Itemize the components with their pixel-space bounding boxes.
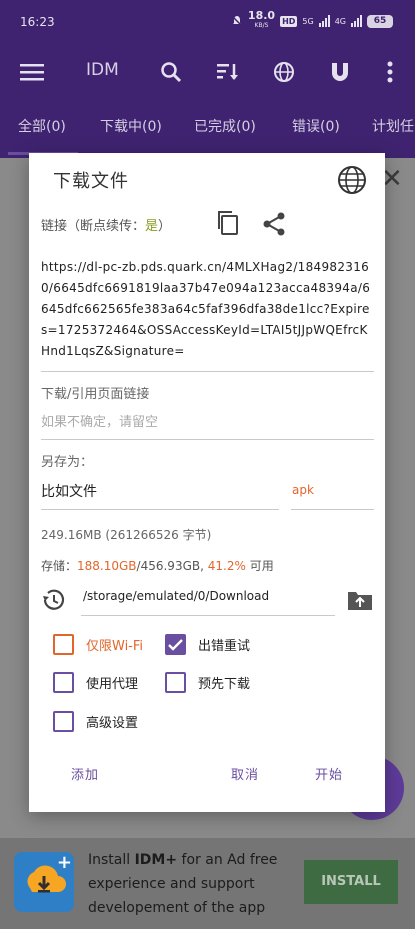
predownload-label: 预先下载 xyxy=(198,677,251,692)
url-underline xyxy=(41,371,374,372)
more-vert-icon[interactable] xyxy=(374,56,406,88)
referer-label: 下载/引用页面链接 xyxy=(41,387,150,402)
top-app-area: 16:23 18.0 KB/S HD 5G 4G 65 IDM 全部(0) 下载… xyxy=(0,0,415,158)
path-underline xyxy=(81,615,335,616)
proxy-checkbox[interactable] xyxy=(53,672,74,693)
option-proxy[interactable]: 使用代理 xyxy=(53,672,138,693)
cancel-button[interactable]: 取消 xyxy=(231,764,259,783)
url-field[interactable]: https://dl-pc-zb.pds.quark.cn/4MLXHag2/1… xyxy=(41,257,376,362)
battery-icon: 65 xyxy=(367,14,393,28)
retry-checkbox[interactable] xyxy=(165,634,186,655)
referer-input[interactable]: 如果不确定，请留空 xyxy=(41,411,158,430)
option-predownload[interactable]: 预先下载 xyxy=(165,672,250,693)
wifi-only-label: 仅限Wi-Fi xyxy=(86,639,144,654)
extension-input[interactable]: apk xyxy=(292,483,314,497)
folder-upload-icon[interactable] xyxy=(347,589,373,615)
wifi-only-checkbox[interactable] xyxy=(53,634,74,655)
copy-icon[interactable] xyxy=(215,209,241,241)
referer-underline xyxy=(41,439,374,440)
storage-info: 存储：188.10GB/456.93GB, 41.2% 可用 xyxy=(41,559,274,573)
link-label: 链接（断点续传：是） xyxy=(41,219,172,234)
tab-error[interactable]: 错误(0) xyxy=(292,116,340,136)
search-icon[interactable] xyxy=(155,56,187,88)
save-path-input[interactable]: /storage/emulated/0/Download xyxy=(83,589,269,603)
ad-text: Install IDM+ for an Ad free experience a… xyxy=(88,852,278,916)
idm-plus-logo[interactable]: + xyxy=(14,852,74,912)
extension-underline xyxy=(291,509,374,510)
status-bar: 16:23 18.0 KB/S HD 5G 4G 65 xyxy=(0,0,415,44)
proxy-label: 使用代理 xyxy=(86,677,139,692)
net-speed: 18.0 KB/S xyxy=(247,9,276,29)
predownload-checkbox[interactable] xyxy=(165,672,186,693)
globe-icon[interactable] xyxy=(268,56,300,88)
app-bar: IDM xyxy=(0,44,415,100)
sort-icon[interactable] xyxy=(212,56,244,88)
hd-badge: HD xyxy=(280,15,298,27)
share-icon[interactable] xyxy=(261,211,287,241)
history-icon[interactable] xyxy=(41,587,67,617)
tab-downloading[interactable]: 下载中(0) xyxy=(100,116,162,136)
option-wifi-only[interactable]: 仅限Wi-Fi xyxy=(53,634,143,655)
app-title: IDM xyxy=(86,60,119,80)
magnet-icon[interactable] xyxy=(324,56,356,88)
file-size: 249.16MB (261266526 字节) xyxy=(41,528,212,542)
tab-all[interactable]: 全部(0) xyxy=(18,116,66,136)
signal-icon xyxy=(318,15,330,27)
status-time: 16:23 xyxy=(20,15,55,29)
plus-icon: + xyxy=(56,852,72,873)
advanced-label: 高级设置 xyxy=(86,716,139,731)
filename-underline xyxy=(41,509,279,510)
net-5g-label: 5G xyxy=(302,16,314,26)
option-retry[interactable]: 出错重试 xyxy=(165,634,250,655)
signal-icon-2 xyxy=(351,15,362,27)
mute-icon xyxy=(231,15,243,27)
dialog-title: 下载文件 xyxy=(53,171,129,192)
start-button[interactable]: 开始 xyxy=(315,764,343,783)
status-icons: 18.0 KB/S HD 5G 4G 65 xyxy=(231,9,393,31)
tab-completed[interactable]: 已完成(0) xyxy=(194,116,256,136)
filename-input[interactable]: 比如文件 xyxy=(41,481,97,501)
tab-scheduled[interactable]: 计划任 xyxy=(372,116,414,136)
browser-globe-icon[interactable] xyxy=(337,165,367,199)
checkmark-icon xyxy=(168,638,183,651)
net-4g-label: 4G xyxy=(334,16,346,26)
option-advanced[interactable]: 高级设置 xyxy=(53,711,138,732)
download-file-dialog: 下载文件 链接（断点续传：是） https://dl-pc-zb.pds.qua… xyxy=(29,153,385,812)
advanced-checkbox[interactable] xyxy=(53,711,74,732)
menu-icon[interactable] xyxy=(16,56,48,88)
retry-label: 出错重试 xyxy=(198,639,251,654)
tab-bar: 全部(0) 下载中(0) 已完成(0) 错误(0) 计划任 xyxy=(0,116,415,146)
saveas-label: 另存为： xyxy=(41,455,94,470)
add-button[interactable]: 添加 xyxy=(71,764,99,783)
install-button[interactable]: INSTALL xyxy=(304,860,398,904)
